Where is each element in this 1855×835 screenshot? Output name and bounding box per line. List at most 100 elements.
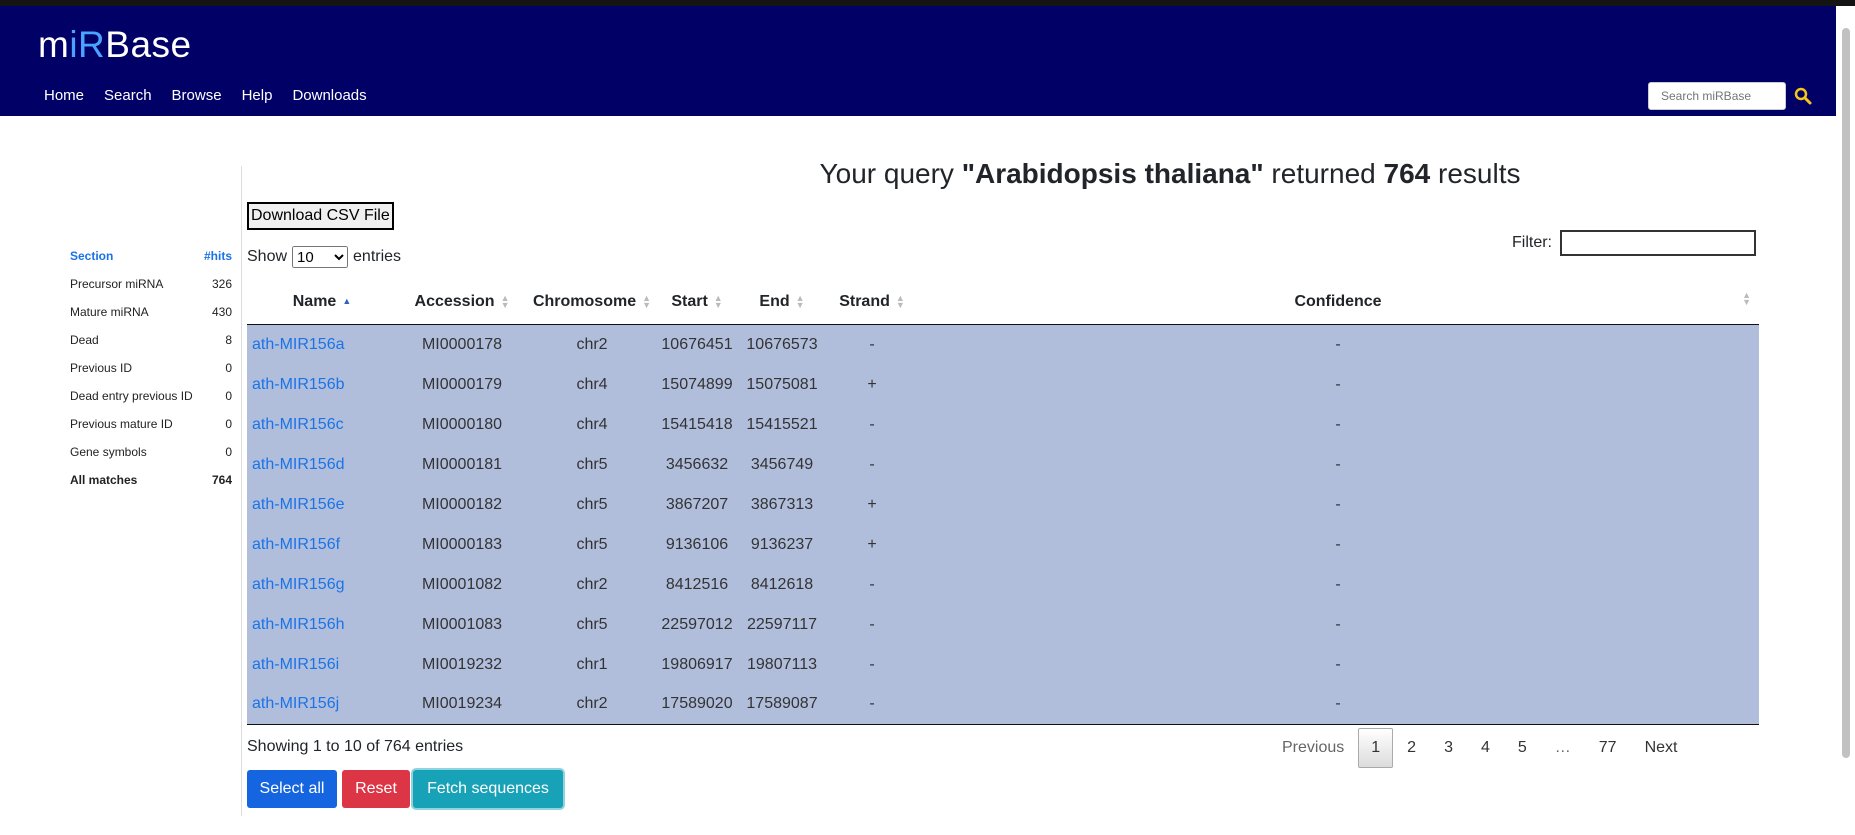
- search-icon[interactable]: [1793, 86, 1813, 106]
- cell-start: 17589020: [657, 684, 737, 725]
- pager-next[interactable]: Next: [1631, 728, 1692, 768]
- sidebar-item-hits: 0: [225, 389, 232, 403]
- sidebar-item-dead-previous-id[interactable]: Dead entry previous ID 0: [70, 382, 232, 410]
- title-mid: returned: [1263, 158, 1384, 189]
- cell-start: 9136106: [665, 535, 729, 553]
- cell-start: 10676451: [661, 335, 733, 353]
- col-header-end[interactable]: End ▲ ▼: [737, 280, 827, 325]
- sidebar-header: Section #hits: [70, 242, 232, 270]
- pager-page[interactable]: 4: [1467, 728, 1504, 768]
- pager-page[interactable]: 5: [1504, 728, 1541, 768]
- sidebar-item-label: Dead entry previous ID: [70, 389, 193, 403]
- cell-chromosome: chr2: [527, 684, 657, 725]
- table-row[interactable]: ath-MIR156j MI0019234 chr2 17589020 17589087…: [247, 684, 1759, 725]
- mirna-name-link[interactable]: ath-MIR156e: [247, 485, 397, 525]
- entries-length-control: Show 10 entries: [247, 246, 401, 268]
- pager-page[interactable]: 3: [1430, 728, 1467, 768]
- cell-accession: MI0000179: [421, 375, 503, 393]
- nav-search[interactable]: Search: [94, 86, 162, 106]
- col-header-strand[interactable]: Strand ▲ ▼: [827, 280, 917, 325]
- mirna-name-link[interactable]: ath-MIR156a: [247, 325, 397, 365]
- cell-accession: MI0000181: [421, 455, 503, 473]
- reset-button[interactable]: Reset: [342, 770, 410, 808]
- mirna-name-link[interactable]: ath-MIR156i: [247, 645, 397, 685]
- pager-previous[interactable]: Previous: [1268, 728, 1358, 768]
- cell-accession: MI0019234: [397, 684, 527, 725]
- col-header-chromosome[interactable]: Chromosome ▲ ▼: [527, 280, 657, 325]
- cell-end: 3456749: [750, 455, 814, 473]
- cell-confidence: -: [1335, 455, 1341, 473]
- sidebar-item-mature[interactable]: Mature miRNA 430: [70, 298, 232, 326]
- cell-chromosome: chr4: [576, 375, 608, 393]
- download-csv-button[interactable]: Download CSV File: [247, 202, 394, 230]
- mirna-name-link[interactable]: ath-MIR156j: [247, 684, 397, 725]
- col-header-confidence[interactable]: Confidence ▲ ▼: [917, 280, 1759, 325]
- mirna-name-link[interactable]: ath-MIR156d: [247, 445, 397, 485]
- cell-start: 3456632: [665, 455, 729, 473]
- cell-strand: -: [869, 415, 875, 433]
- mirna-name-link[interactable]: ath-MIR156b: [247, 365, 397, 405]
- mirna-name-link[interactable]: ath-MIR156f: [247, 525, 397, 565]
- nav-home[interactable]: Home: [34, 86, 94, 106]
- col-confidence-label: Confidence: [1294, 293, 1382, 310]
- table-row[interactable]: ath-MIR156a MI0000178 chr2 10676451 10676573…: [247, 324, 1759, 365]
- nav-help[interactable]: Help: [232, 86, 283, 106]
- cell-chromosome: chr5: [576, 495, 608, 513]
- results-sidebar: Section #hits Precursor miRNA 326 Mature …: [70, 242, 232, 494]
- table-row[interactable]: ath-MIR156h MI0001083 chr5 22597012 22597117…: [247, 604, 1759, 645]
- pager-page-current[interactable]: 1: [1358, 728, 1394, 768]
- main-nav: Home Search Browse Help Downloads: [34, 86, 377, 106]
- select-all-button[interactable]: Select all: [247, 770, 337, 808]
- cell-strand: +: [867, 535, 877, 553]
- sort-asc-icon: ▲: [342, 296, 352, 307]
- mirna-name-link[interactable]: ath-MIR156h: [247, 605, 397, 645]
- table-header-row: Name ▲ Accession ▲ ▼ Chromosome ▲ ▼ Start ▲ ▼ E…: [247, 280, 1759, 325]
- sidebar-item-hits: 326: [211, 277, 232, 291]
- entries-select[interactable]: 10: [292, 246, 349, 268]
- sidebar-item-gene-symbols[interactable]: Gene symbols 0: [70, 438, 232, 466]
- cell-strand: -: [827, 684, 917, 725]
- cell-start: 15074899: [661, 375, 733, 393]
- site-search-input[interactable]: [1648, 82, 1786, 110]
- mirna-name-link[interactable]: ath-MIR156g: [247, 565, 397, 605]
- entries-label: entries: [353, 248, 402, 265]
- cell-accession: MI0001082: [421, 575, 503, 593]
- title-prefix: Your query: [819, 158, 962, 189]
- table-row[interactable]: ath-MIR156e MI0000182 chr5 3867207 3867313 + -: [247, 484, 1759, 525]
- sidebar-item-label: All matches: [70, 473, 138, 487]
- fetch-sequences-button[interactable]: Fetch sequences: [413, 770, 563, 808]
- col-header-name[interactable]: Name ▲: [247, 280, 397, 325]
- nav-downloads[interactable]: Downloads: [282, 86, 376, 106]
- pager-page[interactable]: 2: [1393, 728, 1430, 768]
- scrollbar-thumb[interactable]: [1842, 28, 1850, 758]
- table-row[interactable]: ath-MIR156c MI0000180 chr4 15415418 15415521…: [247, 404, 1759, 445]
- cell-chromosome: chr5: [576, 615, 608, 633]
- table-row[interactable]: ath-MIR156i MI0019232 chr1 19806917 19807113…: [247, 644, 1759, 685]
- mirbase-logo[interactable]: m iR Base: [38, 20, 192, 70]
- pager-page-last[interactable]: 77: [1585, 728, 1631, 768]
- col-header-accession[interactable]: Accession ▲ ▼: [397, 280, 527, 325]
- filter-input[interactable]: [1560, 230, 1756, 256]
- sidebar-item-dead[interactable]: Dead 8: [70, 326, 232, 354]
- cell-accession: MI0000183: [421, 535, 503, 553]
- cell-strand: -: [869, 455, 875, 473]
- cell-start: 15415418: [661, 415, 733, 433]
- table-row[interactable]: ath-MIR156d MI0000181 chr5 3456632 3456749 - -: [247, 444, 1759, 485]
- table-row[interactable]: ath-MIR156b MI0000179 chr4 15074899 15075081…: [247, 364, 1759, 405]
- sidebar-item-precursor[interactable]: Precursor miRNA 326: [70, 270, 232, 298]
- col-chromosome-label: Chromosome: [532, 293, 637, 310]
- cell-end: 10676573: [746, 335, 818, 353]
- mirna-name-link[interactable]: ath-MIR156c: [247, 405, 397, 445]
- table-row[interactable]: ath-MIR156f MI0000183 chr5 9136106 9136237 + -: [247, 524, 1759, 565]
- filter-label: Filter:: [1512, 234, 1552, 251]
- cell-end: 9136237: [750, 535, 814, 553]
- nav-browse[interactable]: Browse: [162, 86, 232, 106]
- sidebar-item-previous-mature-id[interactable]: Previous mature ID 0: [70, 410, 232, 438]
- col-header-start[interactable]: Start ▲ ▼: [657, 280, 737, 325]
- col-start-label: Start: [671, 293, 708, 310]
- sidebar-item-previous-id[interactable]: Previous ID 0: [70, 354, 232, 382]
- cell-strand: +: [867, 375, 877, 393]
- table-row[interactable]: ath-MIR156g MI0001082 chr2 8412516 8412618 - -: [247, 564, 1759, 605]
- sidebar-item-all-matches[interactable]: All matches 764: [70, 466, 232, 494]
- sort-icon: ▲ ▼: [1742, 290, 1751, 307]
